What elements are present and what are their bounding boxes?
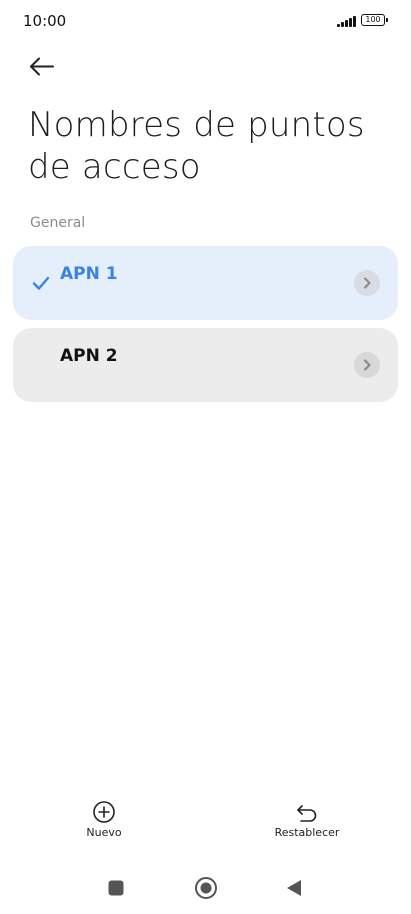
home-circle-icon — [195, 877, 217, 899]
navigation-bar — [0, 866, 411, 910]
triangle-back-icon — [287, 880, 301, 896]
chevron-right-icon[interactable] — [354, 352, 380, 378]
home-button[interactable] — [194, 876, 218, 900]
reset-button[interactable]: Restablecer — [266, 800, 348, 839]
reset-label: Restablecer — [274, 826, 340, 839]
battery-icon: 100 — [361, 14, 388, 26]
new-apn-button[interactable]: Nuevo — [73, 800, 135, 839]
apn-label: APN 1 — [60, 264, 118, 284]
apn-item-1[interactable]: APN 1 — [13, 246, 398, 320]
status-time: 10:00 — [23, 12, 67, 30]
chevron-right-icon[interactable] — [354, 270, 380, 296]
battery-level: 100 — [365, 15, 381, 24]
page-title: Nombres de puntos de acceso — [28, 105, 365, 187]
undo-icon — [297, 805, 317, 822]
status-bar: 10:00 100 — [0, 0, 411, 42]
arrow-left-icon — [30, 57, 54, 76]
new-label: Nuevo — [86, 826, 122, 839]
apn-label: APN 2 — [60, 346, 118, 366]
add-circle-icon — [93, 801, 115, 823]
section-label: General — [30, 215, 86, 231]
apn-item-2[interactable]: APN 2 — [13, 328, 398, 402]
check-icon — [32, 276, 50, 290]
recents-button[interactable] — [108, 880, 124, 896]
square-icon — [108, 880, 124, 896]
back-button[interactable] — [24, 50, 60, 84]
back-nav-button[interactable] — [285, 879, 303, 897]
signal-icon — [337, 15, 357, 27]
